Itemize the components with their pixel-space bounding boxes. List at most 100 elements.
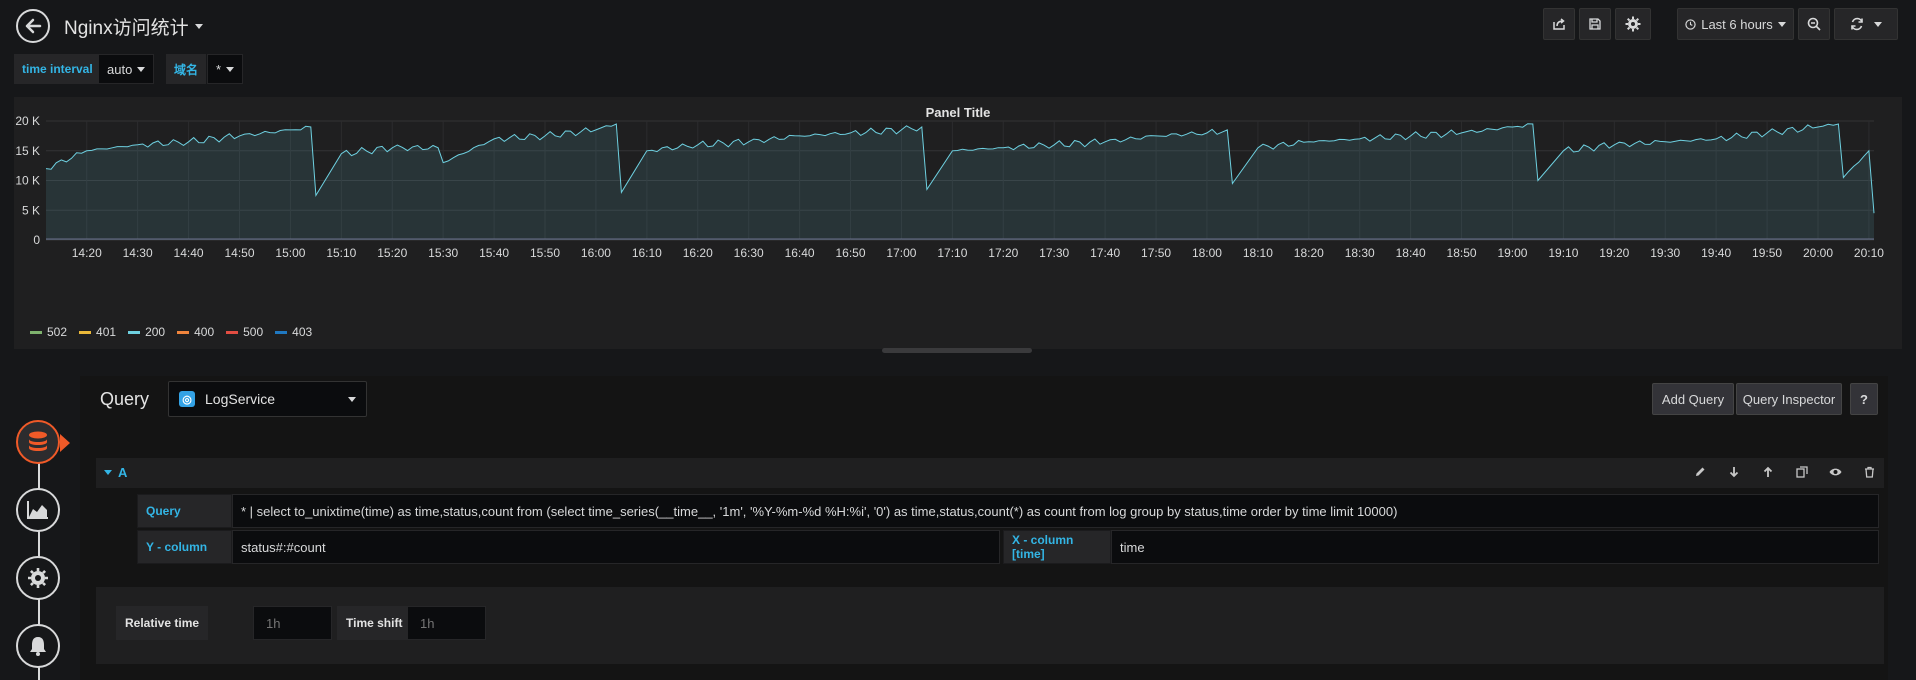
legend-label: 400 — [194, 325, 215, 339]
active-tab-pointer — [60, 434, 70, 452]
x-tick-label: 17:30 — [1039, 246, 1069, 260]
bell-icon — [30, 637, 46, 656]
legend-item-502[interactable]: 502 — [30, 325, 67, 339]
x-tick-label: 16:30 — [734, 246, 764, 260]
legend-item-400[interactable]: 400 — [177, 325, 214, 339]
x-tick-label: 19:10 — [1548, 246, 1578, 260]
time-picker-button[interactable]: Last 6 hours — [1677, 8, 1794, 40]
x-tick-label: 18:40 — [1396, 246, 1426, 260]
caret-down-icon — [194, 24, 203, 29]
visualization-tab-button[interactable] — [16, 488, 60, 532]
x-tick-label: 15:00 — [275, 246, 305, 260]
x-column-input[interactable]: time — [1111, 530, 1879, 564]
x-tick-label: 15:20 — [377, 246, 407, 260]
x-tick-label: 18:30 — [1345, 246, 1375, 260]
pencil-icon[interactable] — [1691, 463, 1708, 480]
query-input[interactable]: * | select to_unixtime(time) as time,sta… — [232, 494, 1879, 528]
legend-item-500[interactable]: 500 — [226, 325, 263, 339]
legend-swatch — [275, 330, 288, 334]
arrow-down-icon[interactable] — [1725, 463, 1742, 480]
dashboard-title[interactable]: Nginx访问统计 — [64, 13, 203, 40]
legend-swatch — [177, 330, 190, 334]
datasource-select[interactable]: ◎ LogService — [168, 381, 367, 417]
x-tick-label: 19:30 — [1650, 246, 1680, 260]
y-tick-label: 15 K — [15, 144, 40, 158]
y-column-input[interactable]: status#:#count — [232, 530, 1000, 564]
duplicate-icon[interactable] — [1793, 463, 1810, 480]
series-200-area — [46, 123, 1874, 240]
general-settings-tab-button[interactable] — [16, 556, 60, 600]
x-tick-label: 15:50 — [530, 246, 560, 260]
x-tick-label: 20:10 — [1854, 246, 1884, 260]
variable-select-interval[interactable]: * auto — [98, 54, 155, 84]
variable-value-domain: * — [216, 61, 222, 77]
graph-panel[interactable]: Panel Title 05 K 10 K 15 K 20 K 14:20 14:30 14… — [14, 97, 1902, 349]
share-button[interactable] — [1543, 8, 1575, 40]
legend-item-401[interactable]: 401 — [79, 325, 116, 339]
logservice-icon: ◎ — [179, 391, 195, 407]
relative-time-label: Relative time — [116, 606, 209, 640]
legend-item-200[interactable]: 200 — [128, 325, 165, 339]
x-tick-label: 16:20 — [683, 246, 713, 260]
datasource-name: LogService — [205, 391, 276, 407]
dashboard-title-text: Nginx访问统计 — [64, 18, 189, 39]
queries-tab-button[interactable] — [16, 420, 60, 464]
graph-legend: 502 401 200 400 500 403 — [30, 325, 312, 339]
query-inspector-button[interactable]: Query Inspector — [1736, 383, 1842, 415]
refresh-button[interactable] — [1834, 8, 1898, 40]
query-row-actions — [1691, 463, 1878, 480]
legend-label: 200 — [145, 325, 166, 339]
database-icon — [29, 431, 47, 451]
x-tick-label: 16:10 — [632, 246, 662, 260]
back-button[interactable] — [16, 9, 50, 43]
legend-label: 403 — [292, 325, 313, 339]
x-tick-label: 14:20 — [72, 246, 102, 260]
x-tick-label: 15:30 — [428, 246, 458, 260]
caret-down-icon — [104, 470, 112, 475]
arrow-up-icon[interactable] — [1759, 463, 1776, 480]
x-tick-label: 15:10 — [326, 246, 356, 260]
query-row-toggle[interactable]: A — [104, 465, 127, 480]
x-column-label: X - column [time] — [1003, 530, 1111, 564]
query-section-title: Query — [100, 389, 150, 409]
caret-down-icon — [348, 396, 356, 402]
area-chart-icon — [27, 501, 48, 519]
relative-time-input[interactable] — [253, 606, 332, 640]
x-tick-label: 14:40 — [174, 246, 204, 260]
gear-wrench-icon — [28, 568, 48, 588]
legend-swatch — [30, 330, 42, 334]
time-shift-input[interactable] — [407, 606, 486, 640]
x-tick-label: 17:50 — [1141, 246, 1171, 260]
x-tick-label: 16:40 — [785, 246, 815, 260]
y-tick-label: 5 K — [22, 203, 40, 217]
time-shift-label: Time shift — [337, 606, 412, 640]
y-tick-label: 0 — [33, 233, 40, 247]
caret-down-icon — [226, 66, 235, 72]
caret-down-icon — [1874, 21, 1882, 27]
x-tick-label: 19:40 — [1701, 246, 1731, 260]
x-tick-label: 15:40 — [479, 246, 509, 260]
help-button[interactable]: ? — [1850, 383, 1878, 415]
eye-icon[interactable] — [1827, 463, 1844, 480]
zoom-out-button[interactable] — [1798, 8, 1830, 40]
x-tick-label: 14:50 — [224, 246, 254, 260]
legend-item-403[interactable]: 403 — [275, 325, 312, 339]
add-query-button[interactable]: Add Query — [1652, 383, 1734, 415]
y-tick-label: 10 K — [15, 174, 40, 188]
alert-tab-button[interactable] — [16, 624, 60, 668]
save-dashboard-button[interactable] — [1579, 8, 1611, 40]
x-tick-label: 20:00 — [1803, 246, 1833, 260]
graph-chart[interactable]: 0 5 K 10 K 15 K 20 K 14:20 14:30 14:40 14:50 15:0… — [14, 97, 1902, 317]
caret-down-icon — [1777, 21, 1786, 27]
query-row-header[interactable] — [96, 458, 1884, 488]
variable-select-domain[interactable]: * — [207, 54, 244, 84]
panel-resize-handle[interactable] — [882, 348, 1032, 353]
trash-icon[interactable] — [1861, 463, 1878, 480]
share-icon — [1553, 18, 1565, 30]
x-tick-label: 17:20 — [988, 246, 1018, 260]
settings-button[interactable] — [1615, 8, 1651, 40]
x-tick-label: 19:50 — [1752, 246, 1782, 260]
x-tick-label: 18:10 — [1243, 246, 1273, 260]
save-icon — [1589, 18, 1601, 30]
variable-label-domain: 域名 — [166, 54, 207, 84]
